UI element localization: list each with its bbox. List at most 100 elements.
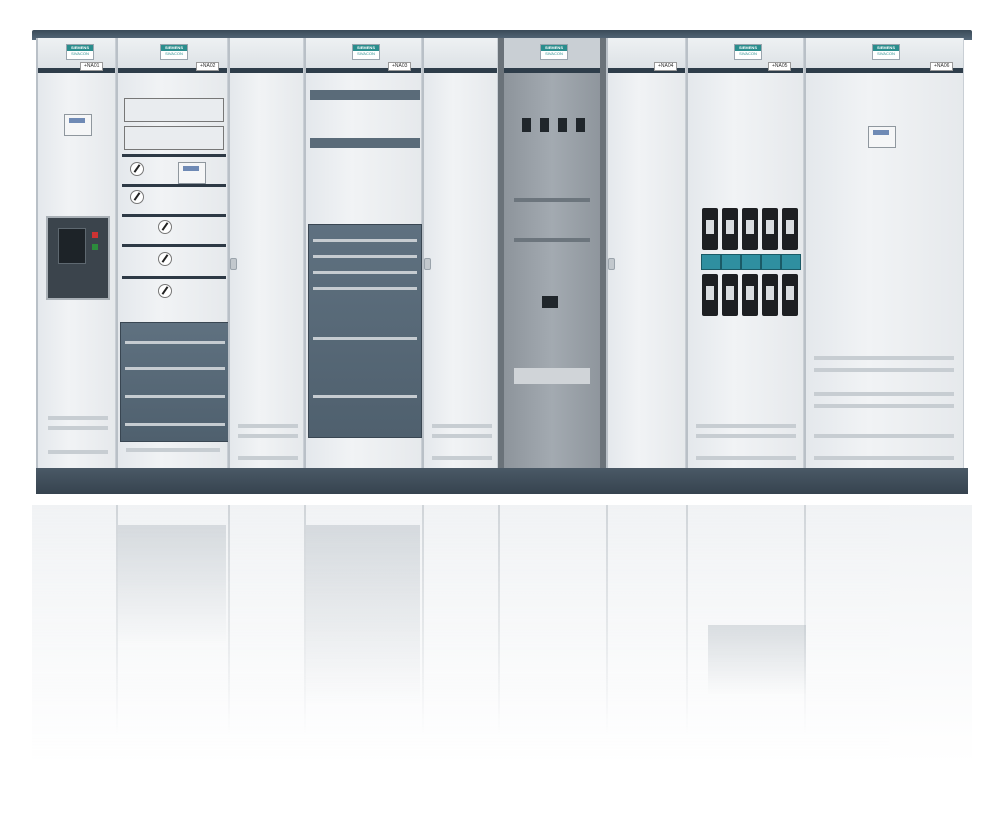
cabinet-9: SIEMENS SIVACON +NA06	[804, 38, 964, 468]
power-meter	[868, 126, 896, 148]
logo-product: SIVACON	[357, 51, 375, 56]
drawer-meter	[178, 162, 206, 184]
door-hinge	[424, 258, 431, 270]
siemens-logo-plate: SIEMENS SIVACON	[352, 44, 380, 60]
fuse-switch	[742, 274, 758, 316]
vent-slot	[814, 392, 954, 396]
din-rail	[514, 198, 590, 202]
vent-slot	[238, 424, 298, 428]
cabinet-top-strip	[230, 38, 303, 73]
reflected-modules	[118, 525, 226, 645]
vent-slot	[696, 434, 796, 438]
vent-slot	[48, 416, 108, 420]
fuse-switch	[702, 274, 718, 316]
din-rail	[514, 238, 590, 242]
cabinet-7: +NA04	[606, 38, 686, 468]
fuse-indicator	[721, 254, 741, 270]
terminal-strip	[514, 368, 590, 384]
switch-module-row	[124, 98, 224, 122]
fuse-switch	[722, 208, 738, 250]
drawer-shelf	[122, 244, 226, 247]
siemens-logo-plate: SIEMENS SIVACON	[160, 44, 188, 60]
vent-slot	[238, 456, 298, 460]
switch-module-row	[124, 126, 224, 150]
vent-slot	[48, 450, 108, 454]
reflected-modules	[306, 525, 420, 705]
terminal-block	[522, 118, 531, 132]
door-hinge	[230, 258, 237, 270]
fuse-switch	[782, 208, 798, 250]
cabinet-tag: +NA04	[654, 62, 678, 71]
breaker-display	[58, 228, 86, 264]
relay-unit	[542, 296, 558, 308]
fuse-switch	[722, 274, 738, 316]
terminal-block	[576, 118, 585, 132]
logo-product: SIVACON	[739, 51, 757, 56]
module-rail	[310, 90, 420, 100]
cabinet-4: SIEMENS SIVACON +NA03	[304, 38, 422, 468]
fuse-indicator	[781, 254, 801, 270]
plug-in-module-block	[308, 224, 422, 438]
logo-product: SIVACON	[877, 51, 895, 56]
fuse-indicator	[741, 254, 761, 270]
reflected-fuses	[708, 625, 806, 695]
vent-slot	[814, 356, 954, 360]
cabinet-6-open: SIEMENS SIVACON	[498, 38, 606, 468]
fuse-switch	[782, 274, 798, 316]
cabinet-tag: +NA05	[768, 62, 792, 71]
vent-slot	[432, 424, 492, 428]
vent-slot	[238, 434, 298, 438]
fuse-switch	[742, 208, 758, 250]
vent-slot	[432, 434, 492, 438]
vent-slot	[126, 448, 220, 452]
cabinet-tag: +NA01	[80, 62, 104, 71]
door-hinge	[608, 258, 615, 270]
vent-slot	[696, 456, 796, 460]
logo-product: SIVACON	[71, 51, 89, 56]
fuse-switch	[762, 274, 778, 316]
siemens-logo-plate: SIEMENS SIVACON	[66, 44, 94, 60]
breaker-close-button	[92, 244, 98, 250]
cabinet-2: SIEMENS SIVACON +NA02	[116, 38, 230, 468]
vent-slot	[48, 426, 108, 430]
drawer-shelf	[122, 184, 226, 187]
cabinet-tag: +NA06	[930, 62, 954, 71]
cabinet-tag: +NA02	[196, 62, 220, 71]
rotary-handle	[130, 162, 144, 176]
fuse-indicator	[701, 254, 721, 270]
siemens-logo-plate: SIEMENS SIVACON	[872, 44, 900, 60]
logo-product: SIVACON	[545, 51, 563, 56]
rotary-handle	[158, 284, 172, 298]
logo-product: SIVACON	[165, 51, 183, 56]
photo-stage: SIEMENS SIVACON +NA01 SIEMENS SIVACON +N…	[0, 0, 1000, 815]
fuse-indicator	[761, 254, 781, 270]
plug-in-module-block	[120, 322, 230, 442]
air-circuit-breaker	[46, 216, 110, 300]
cabinet-top-strip	[424, 38, 497, 73]
drawer-shelf	[122, 214, 226, 217]
fuse-switch	[702, 208, 718, 250]
terminal-block	[558, 118, 567, 132]
drawer-shelf	[122, 276, 226, 279]
rotary-handle	[158, 220, 172, 234]
floor-reflection	[32, 505, 972, 765]
fuse-switch	[762, 208, 778, 250]
vent-slot	[814, 456, 954, 460]
rotary-handle	[158, 252, 172, 266]
terminal-block	[540, 118, 549, 132]
drawer-shelf	[122, 154, 226, 157]
vent-slot	[814, 404, 954, 408]
cabinet-5-blank	[422, 38, 498, 468]
siemens-logo-plate: SIEMENS SIVACON	[540, 44, 568, 60]
cabinet-tag: +NA03	[388, 62, 412, 71]
siemens-logo-plate: SIEMENS SIVACON	[734, 44, 762, 60]
cabinet-3-blank	[228, 38, 304, 468]
module-rail	[310, 138, 420, 148]
cabinet-8: SIEMENS SIVACON +NA05	[686, 38, 804, 468]
vent-slot	[432, 456, 492, 460]
rotary-handle	[130, 190, 144, 204]
panel-meter	[64, 114, 92, 136]
vent-slot	[814, 368, 954, 372]
vent-slot	[696, 424, 796, 428]
switchboard-plinth	[36, 468, 968, 494]
